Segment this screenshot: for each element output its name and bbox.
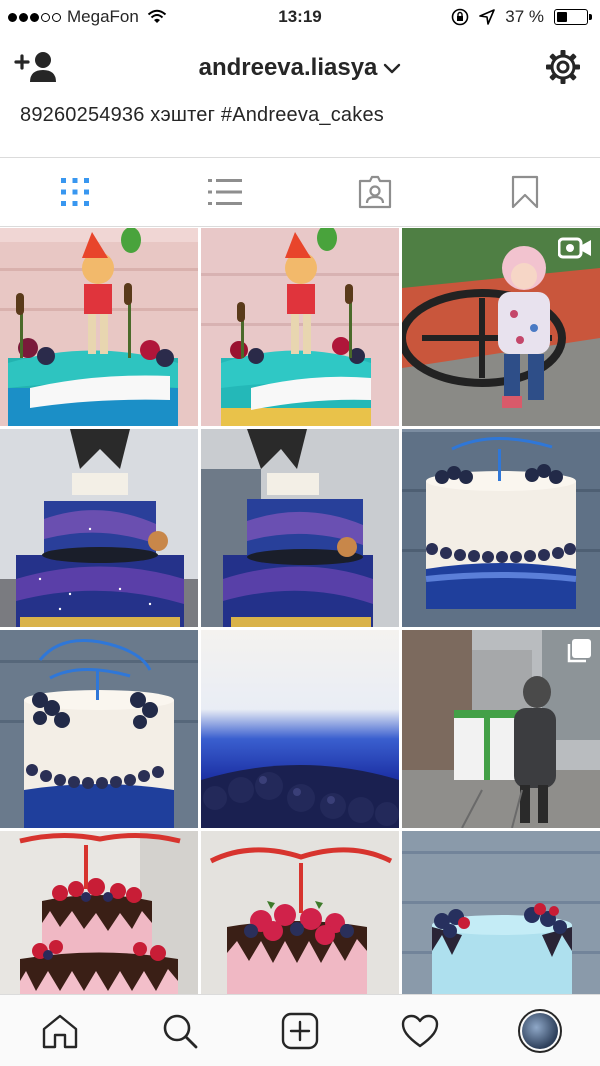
list-icon — [208, 179, 242, 205]
tab-list[interactable] — [150, 158, 300, 226]
video-icon — [558, 237, 591, 259]
status-icons: 37 % — [451, 7, 592, 27]
battery-percent: 37 % — [505, 7, 544, 26]
tab-saved[interactable] — [450, 158, 600, 226]
orientation-lock-icon — [451, 8, 469, 26]
nav-search[interactable] — [120, 1013, 240, 1049]
battery-level — [557, 12, 568, 22]
activity-heart-icon — [401, 1014, 439, 1047]
profile-avatar — [518, 1008, 562, 1053]
chevron-down-icon — [384, 63, 401, 73]
new-post-icon — [281, 1012, 319, 1049]
bookmark-icon — [511, 175, 539, 209]
nav-activity[interactable] — [360, 1014, 480, 1048]
battery-icon — [554, 9, 592, 25]
post-thumbnail[interactable] — [201, 429, 399, 627]
username: andreeva.liasya — [198, 54, 378, 81]
post-thumbnail[interactable] — [0, 228, 198, 426]
tagged-icon — [358, 175, 392, 209]
post-thumbnail[interactable] — [402, 630, 600, 828]
tab-grid[interactable] — [0, 158, 150, 226]
nav-profile[interactable] — [480, 1008, 600, 1053]
multiple-photos-icon — [567, 639, 591, 663]
white-blue-cake-photo — [402, 429, 600, 627]
galaxy-cake-photo — [201, 429, 399, 627]
home-icon — [42, 1014, 78, 1048]
location-icon — [479, 9, 496, 25]
status-bar: MegaFon 13:19 37 % — [0, 0, 600, 36]
galaxy-cake-photo — [0, 429, 198, 627]
nav-new-post[interactable] — [240, 1012, 360, 1050]
posts-grid — [0, 228, 600, 1029]
grid-icon — [61, 178, 89, 206]
profile-header: andreeva.liasya — [0, 36, 600, 98]
post-thumbnail[interactable] — [402, 228, 600, 426]
gear-icon[interactable] — [544, 48, 582, 86]
profile-tabs — [0, 157, 600, 227]
post-thumbnail[interactable] — [402, 429, 600, 627]
pinocchio-cake-photo — [0, 228, 198, 426]
search-icon — [163, 1014, 198, 1048]
username-switcher[interactable]: andreeva.liasya — [0, 54, 600, 82]
post-thumbnail[interactable] — [201, 228, 399, 426]
profile-bio: 89260254936 хэштег #Andreeva_cakes — [20, 104, 384, 126]
blue-ombre-cake-closeup-photo — [201, 630, 399, 828]
post-thumbnail[interactable] — [0, 630, 198, 828]
avatar-image — [522, 1012, 558, 1049]
bottom-navigation — [0, 994, 600, 1066]
nav-home[interactable] — [0, 1013, 120, 1049]
post-thumbnail[interactable] — [0, 429, 198, 627]
white-blue-cake-photo — [0, 630, 198, 828]
post-thumbnail[interactable] — [201, 630, 399, 828]
pinocchio-cake-photo — [201, 228, 399, 426]
tab-tagged[interactable] — [300, 158, 450, 226]
